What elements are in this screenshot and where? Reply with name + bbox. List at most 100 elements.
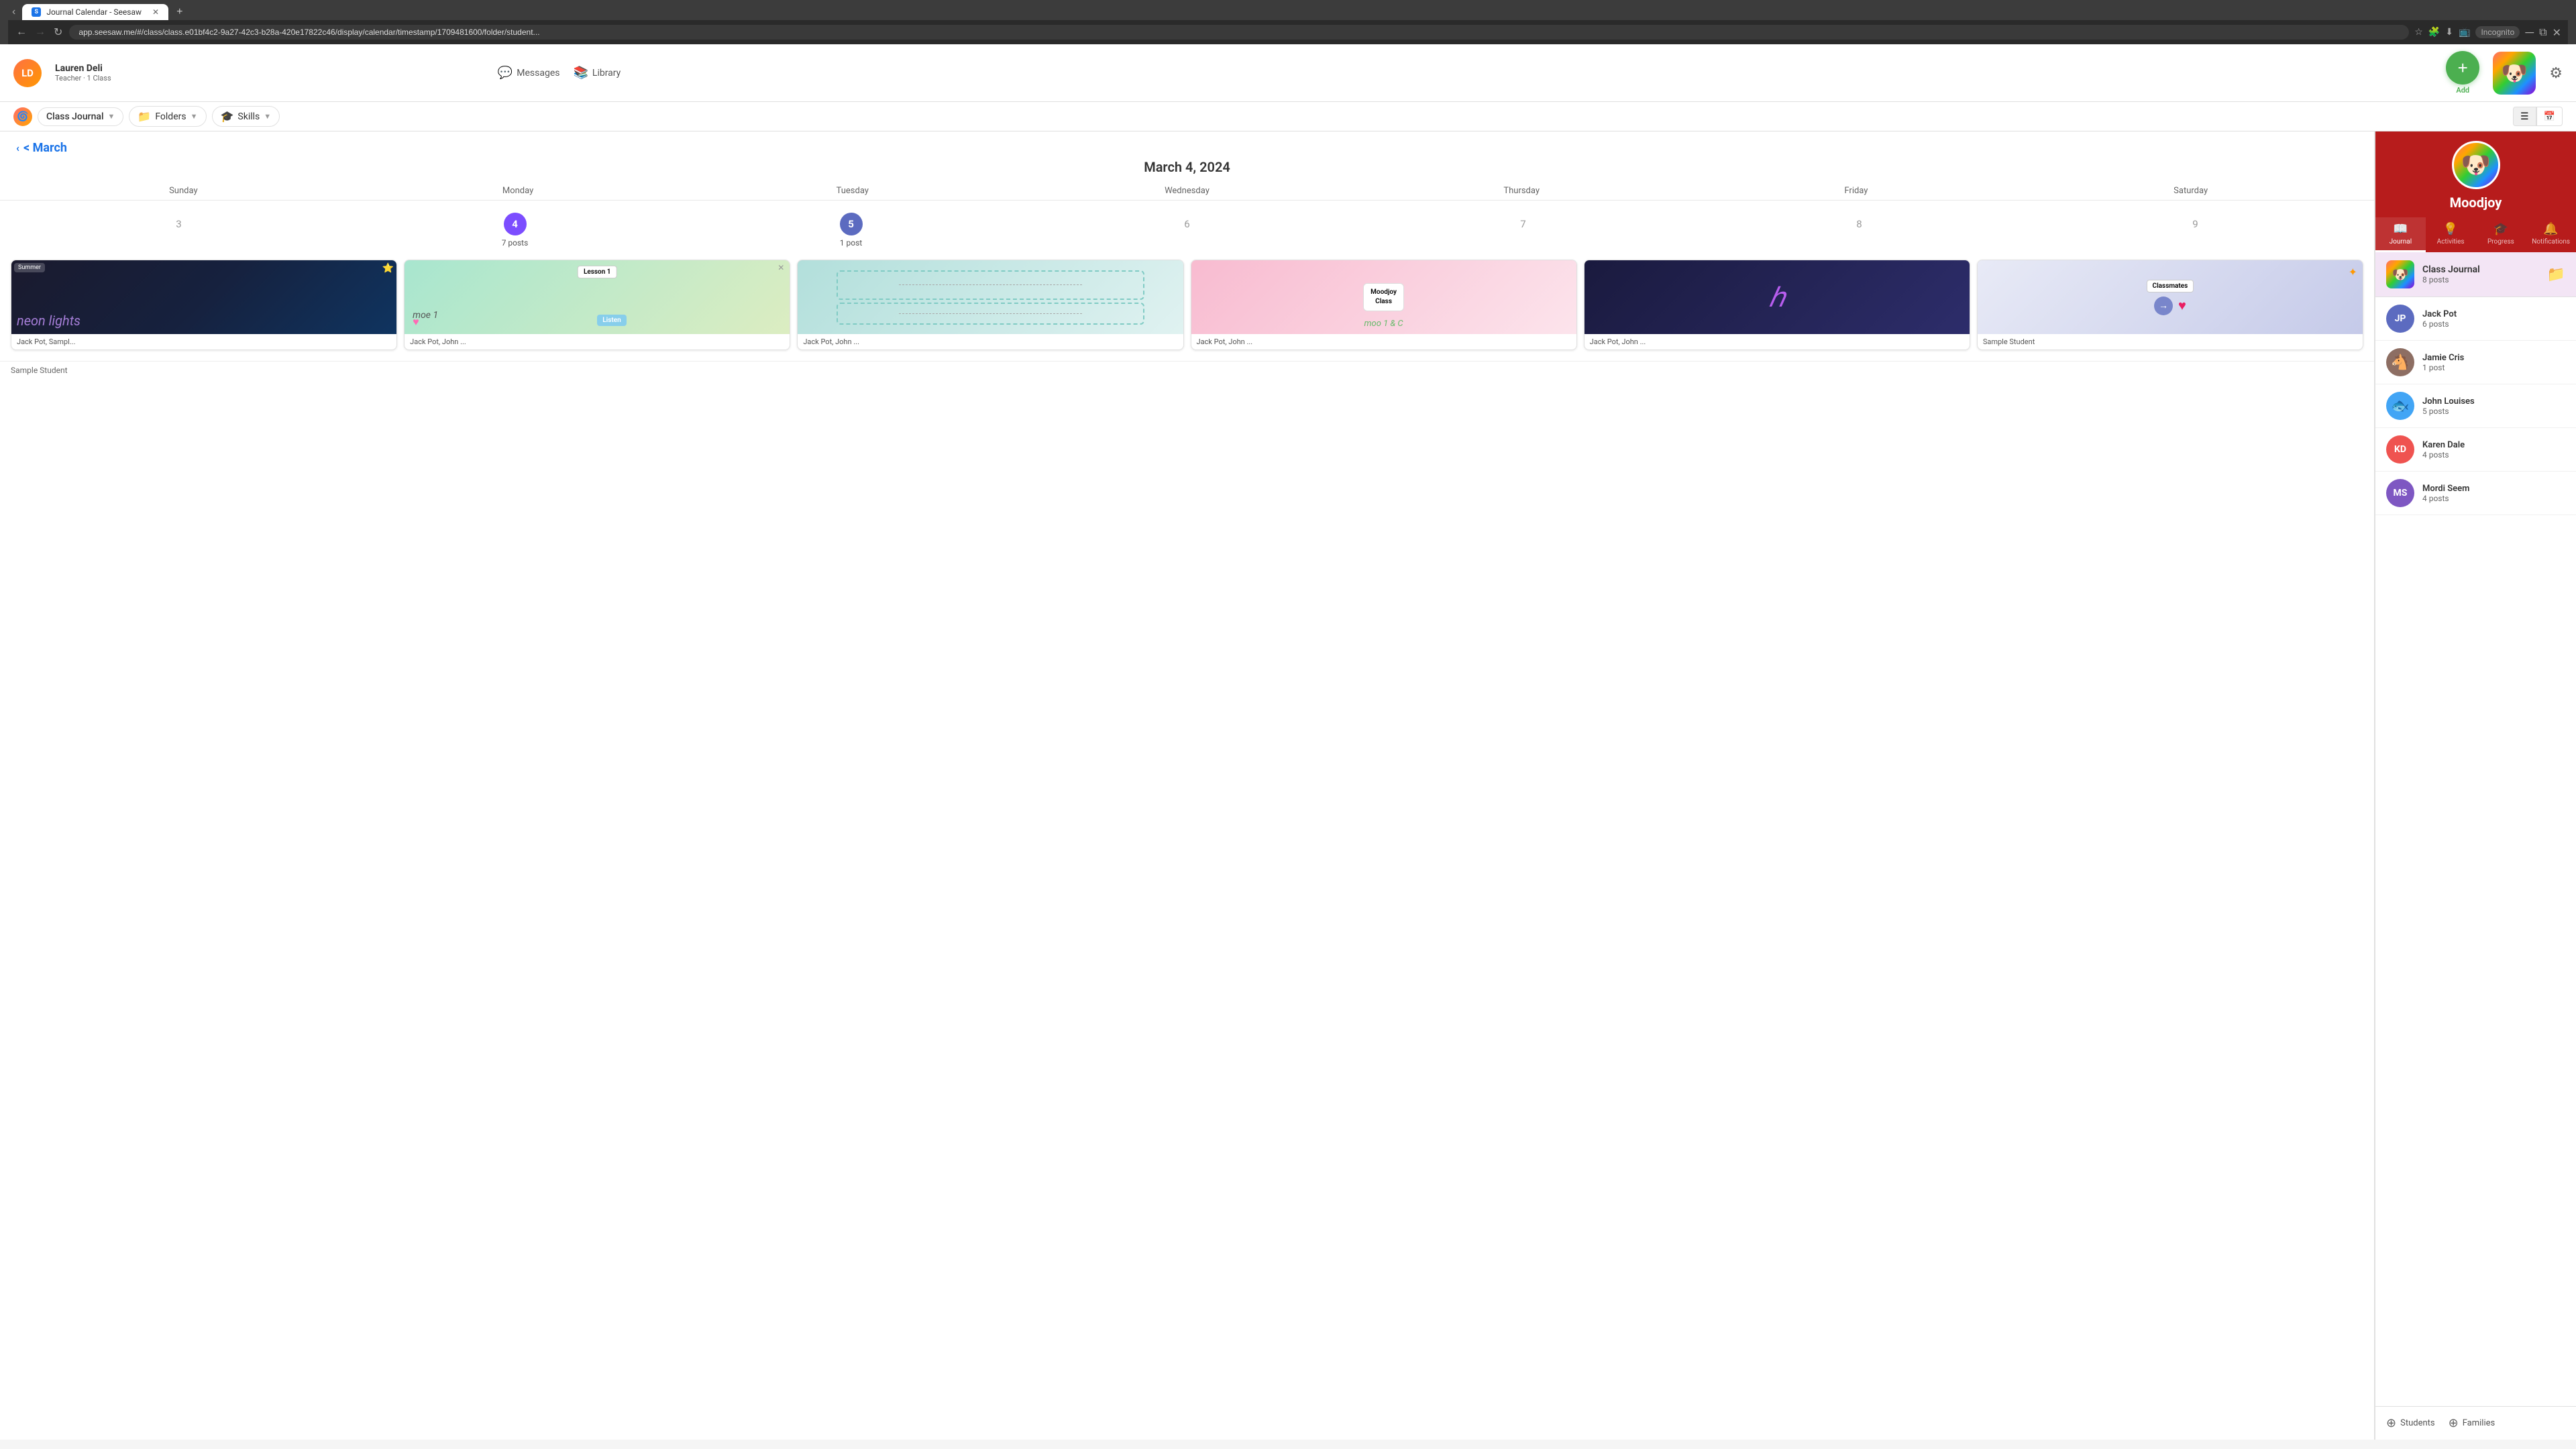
list-view-btn[interactable]: ☰: [2513, 107, 2536, 126]
student-item-kd[interactable]: KD Karen Dale 4 posts: [2375, 428, 2576, 472]
student-item-jc[interactable]: 🐴 Jamie Cris 1 post: [2375, 341, 2576, 384]
day-header-mon: Monday: [351, 182, 686, 200]
jp-name: Jack Pot: [2422, 309, 2565, 319]
tab-notifications[interactable]: 🔔 Notifications: [2526, 217, 2576, 252]
calendar-day-8[interactable]: 8: [1691, 206, 2027, 254]
grid-view-btn[interactable]: 📅: [2536, 107, 2563, 126]
moodjoy-avatar[interactable]: 🐶: [2452, 141, 2500, 189]
students-footer-label: Students: [2400, 1418, 2435, 1428]
calendar-day-3[interactable]: 3: [11, 206, 347, 254]
student-item-jl[interactable]: 🐟 John Louises 5 posts: [2375, 384, 2576, 428]
calendar-area: ‹ < March March 4, 2024 Sunday Monday Tu…: [0, 131, 2375, 1440]
user-name: Lauren Deli: [55, 63, 111, 74]
calendar-header: ‹ < March March 4, 2024 Sunday Monday Tu…: [0, 131, 2374, 201]
messages-icon: 💬: [498, 66, 513, 80]
post-card-6[interactable]: ✦ Classmates → ♥ Sample Student: [1977, 260, 2363, 350]
user-role: Teacher · 1 Class: [55, 74, 111, 83]
day-header-sat: Saturday: [2023, 182, 2358, 200]
nav-forward-btn[interactable]: →: [34, 25, 47, 40]
post-thumb-2: Lesson 1 ✕ moe 1 ♥ Listen: [405, 260, 790, 334]
download-icon[interactable]: ⬇: [2445, 27, 2453, 38]
post-thumb-6: ✦ Classmates → ♥: [1978, 260, 2363, 334]
calendar-day-7[interactable]: 7: [1355, 206, 1691, 254]
month-label: < March: [23, 141, 67, 155]
sidebar-content: 🐶 Class Journal 8 posts 📁 JP Jack Pot 6 …: [2375, 252, 2576, 1406]
address-input[interactable]: [69, 25, 2409, 40]
browser-tab[interactable]: S Journal Calendar - Seesaw ✕: [22, 4, 168, 20]
cast-icon[interactable]: 📺: [2459, 27, 2470, 38]
month-back-arrow[interactable]: ‹: [16, 142, 19, 154]
moodjoy-header-avatar[interactable]: 🐶: [2493, 52, 2536, 95]
add-button[interactable]: +: [2446, 51, 2479, 85]
post-thumb-5: ℎ: [1585, 260, 1970, 334]
tab-progress[interactable]: 🎓 Progress: [2476, 217, 2526, 252]
month-nav[interactable]: ‹ < March: [16, 141, 2358, 155]
families-footer-btn[interactable]: ⊕ Families: [2449, 1416, 2496, 1430]
nav-reload-btn[interactable]: ↻: [52, 24, 64, 40]
student-item-jp[interactable]: JP Jack Pot 6 posts: [2375, 297, 2576, 341]
class-journal-name: Class Journal: [2422, 264, 2539, 275]
post-caption-3: Jack Pot, John ...: [798, 334, 1183, 350]
day-header-wed: Wednesday: [1020, 182, 1354, 200]
moodjoy-name: Moodjoy: [2375, 195, 2576, 217]
day-headers: Sunday Monday Tuesday Wednesday Thursday…: [16, 182, 2358, 200]
tab-close-icon[interactable]: ✕: [152, 7, 159, 17]
kd-info: Karen Dale 4 posts: [2422, 440, 2565, 460]
students-footer-btn[interactable]: ⊕ Students: [2386, 1416, 2435, 1430]
folder-icon: 📁: [2547, 266, 2565, 283]
student-item-ms[interactable]: MS Mordi Seem 4 posts: [2375, 472, 2576, 515]
post-caption-5: Jack Pot, John ...: [1585, 334, 1970, 350]
skills-dropdown[interactable]: 🎓 Skills ▼: [212, 106, 280, 127]
nav-back-btn[interactable]: ←: [15, 25, 28, 40]
bookmark-icon[interactable]: ☆: [2414, 27, 2423, 38]
post-card-1[interactable]: Summer ⭐ neon lights Jack Pot, Sampl...: [11, 260, 397, 350]
folders-dropdown[interactable]: 📁 Folders ▼: [129, 106, 206, 127]
restore-btn[interactable]: ⧉: [2539, 25, 2546, 39]
activities-icon: 💡: [2443, 222, 2458, 236]
jc-info: Jamie Cris 1 post: [2422, 353, 2565, 372]
post-card-4[interactable]: MoodjoyClass moo 1 & C Jack Pot, John ..…: [1191, 260, 1577, 350]
skills-icon: 🎓: [221, 110, 234, 123]
ms-avatar: MS: [2386, 479, 2414, 507]
library-link[interactable]: 📚 Library: [573, 66, 621, 80]
tab-activities[interactable]: 💡 Activities: [2426, 217, 2476, 252]
day-header-fri: Friday: [1689, 182, 2024, 200]
tab-back-btn[interactable]: ‹: [8, 5, 19, 19]
settings-btn[interactable]: ⚙: [2549, 64, 2563, 82]
add-btn-container: + Add: [2446, 51, 2479, 95]
tab-title: Journal Calendar - Seesaw: [46, 7, 142, 17]
extension-icon[interactable]: 🧩: [2428, 27, 2440, 38]
jp-posts: 6 posts: [2422, 319, 2565, 329]
new-tab-btn[interactable]: +: [171, 5, 188, 19]
class-journal-posts: 8 posts: [2422, 275, 2539, 284]
post-caption-2: Jack Pot, John ...: [405, 334, 790, 350]
skills-label: Skills: [237, 111, 260, 122]
ms-name: Mordi Seem: [2422, 484, 2565, 494]
class-journal-info: Class Journal 8 posts: [2422, 264, 2539, 284]
jl-posts: 5 posts: [2422, 407, 2565, 416]
post-thumb-3: [798, 260, 1183, 334]
notifications-icon: 🔔: [2543, 222, 2558, 236]
activities-tab-label: Activities: [2437, 238, 2465, 246]
post-card-3[interactable]: Jack Pot, John ...: [797, 260, 1183, 350]
progress-icon: 🎓: [2493, 222, 2508, 236]
class-journal-dropdown[interactable]: Class Journal ▼: [38, 107, 123, 126]
view-toggle: ☰ 📅: [2513, 107, 2563, 126]
calendar-day-6[interactable]: 6: [1019, 206, 1355, 254]
messages-link[interactable]: 💬 Messages: [498, 66, 560, 80]
sidebar: 🐶 Moodjoy 📖 Journal 💡 Activities 🎓: [2375, 131, 2576, 1440]
seesaw-logo: 🌀: [13, 107, 32, 126]
post-thumb-4: MoodjoyClass moo 1 & C: [1191, 260, 1576, 334]
close-btn[interactable]: ✕: [2553, 26, 2561, 39]
calendar-day-5[interactable]: 5 1 post: [683, 206, 1019, 254]
tab-journal[interactable]: 📖 Journal: [2375, 217, 2426, 252]
calendar-day-4[interactable]: 4 7 posts: [347, 206, 683, 254]
families-footer-label: Families: [2463, 1418, 2496, 1428]
class-journal-chevron: ▼: [108, 112, 115, 121]
calendar-day-9[interactable]: 9: [2027, 206, 2363, 254]
post-caption-6: Sample Student: [1978, 334, 2363, 350]
minimize-btn[interactable]: ─: [2525, 25, 2534, 40]
post-card-5[interactable]: ℎ Jack Pot, John ...: [1584, 260, 1970, 350]
post-card-2[interactable]: Lesson 1 ✕ moe 1 ♥ Listen Jack Pot, John…: [404, 260, 790, 350]
class-journal-item[interactable]: 🐶 Class Journal 8 posts 📁: [2375, 252, 2576, 297]
